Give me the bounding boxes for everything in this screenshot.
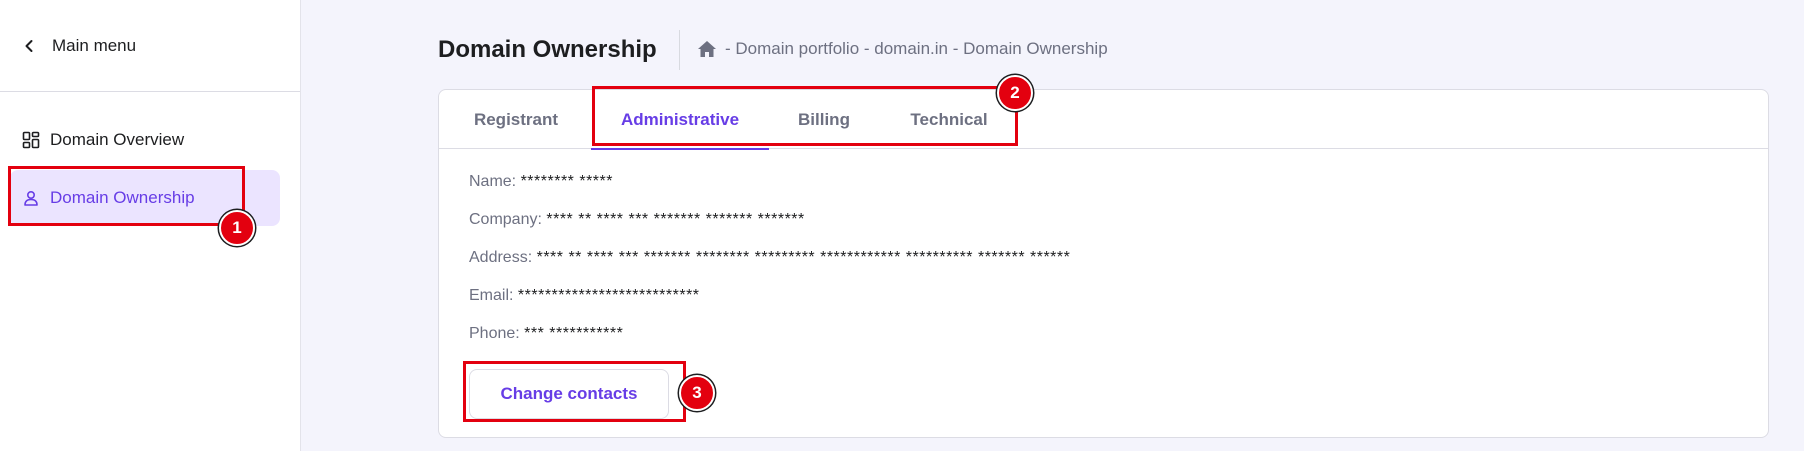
main-menu-label: Main menu [52, 35, 137, 55]
contact-address: Address: **** ** **** *** ******* ******… [469, 249, 1070, 267]
contact-tabs: Registrant Administrative Billing Techni… [439, 90, 1768, 150]
tab-registrant[interactable]: Registrant [441, 90, 591, 149]
contact-phone: Phone: *** *********** [469, 325, 623, 343]
page-title: Domain Ownership [438, 36, 657, 63]
main-menu-link[interactable]: Main menu [0, 0, 300, 92]
phone-value: *** *********** [524, 325, 624, 342]
home-icon[interactable] [697, 40, 717, 58]
sidebar-item-label: Domain Ownership [50, 188, 195, 207]
breadcrumb: - Domain portfolio - domain.in - Domain … [697, 39, 1108, 59]
person-icon [22, 189, 40, 207]
phone-label: Phone: [469, 325, 520, 342]
sidebar-item-domain-overview[interactable]: Domain Overview [10, 112, 280, 168]
breadcrumb-text: - Domain portfolio - domain.in - Domain … [725, 39, 1108, 58]
address-value: **** ** **** *** ******* ******** ******… [536, 249, 1071, 266]
contact-name: Name: ******** ***** [469, 173, 613, 191]
contact-email: Email: *************************** [469, 287, 700, 305]
company-value: **** ** **** *** ******* ******* ******* [546, 211, 805, 228]
sidebar-item-label: Domain Overview [50, 130, 185, 149]
annotation-badge-1: 1 [219, 210, 255, 246]
header-divider [679, 30, 680, 70]
annotation-badge-2: 2 [997, 75, 1033, 111]
dashboard-grid-icon [22, 131, 40, 149]
email-value: *************************** [517, 287, 700, 304]
annotation-badge-3: 3 [679, 375, 715, 411]
email-label: Email: [469, 287, 514, 304]
change-contacts-button[interactable]: Change contacts [469, 369, 669, 419]
contact-company: Company: **** ** **** *** ******* ******… [469, 211, 805, 229]
chevron-left-icon [24, 39, 38, 53]
company-label: Company: [469, 211, 542, 228]
tab-administrative[interactable]: Administrative [591, 90, 769, 150]
sidebar: Main menu Domain Overview Domain Ownersh… [0, 0, 301, 451]
name-value: ******** ***** [520, 173, 613, 190]
address-label: Address: [469, 249, 533, 266]
contact-card: Registrant Administrative Billing Techni… [438, 89, 1769, 438]
tab-billing[interactable]: Billing [769, 90, 879, 149]
name-label: Name: [469, 173, 517, 190]
